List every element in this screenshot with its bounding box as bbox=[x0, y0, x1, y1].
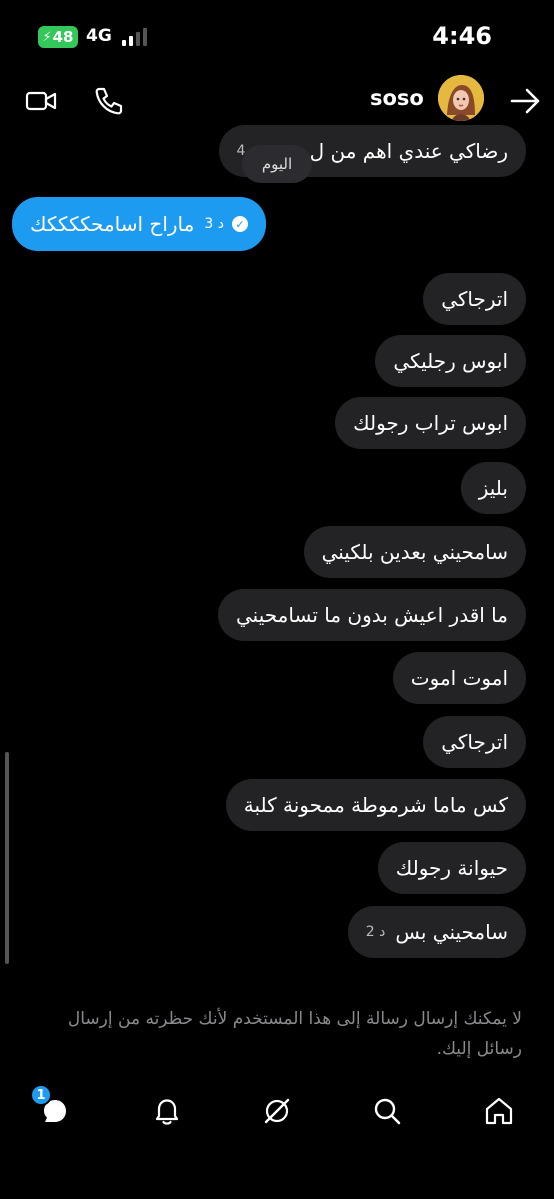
message-bubble-incoming[interactable]: بليز bbox=[460, 462, 526, 514]
message-text: حيوانة رجولك bbox=[395, 856, 508, 880]
contact-name[interactable]: soso bbox=[370, 86, 424, 110]
message-bubble-incoming[interactable]: كس ماما شرموطة ممحونة كلبة bbox=[225, 779, 526, 831]
message-text: سامحيني بعدين بلكيني bbox=[321, 540, 508, 564]
message-bubble-outgoing[interactable]: ماراح اسامحككككك 3 د ✓ bbox=[12, 197, 266, 251]
signal-strength-icon bbox=[122, 28, 147, 46]
message-bubble-incoming[interactable]: ابوس تراب رجولك bbox=[335, 397, 526, 449]
message-text: ابوس تراب رجولك bbox=[353, 411, 508, 435]
message-bubble-incoming[interactable]: اترجاكي bbox=[423, 273, 526, 325]
network-type: 4G bbox=[86, 26, 112, 46]
message-text: ما اقدر اعيش بدون ما تسامحيني bbox=[236, 603, 508, 627]
read-receipt-icon: ✓ bbox=[231, 216, 248, 232]
phone-call-icon[interactable] bbox=[92, 84, 126, 118]
conversation-header: soso bbox=[0, 70, 554, 130]
message-text: كس ماما شرموطة ممحونة كلبة bbox=[243, 793, 508, 817]
status-time: 4:46 bbox=[432, 22, 492, 50]
message-bubble-incoming[interactable]: سامحيني بعدين بلكيني bbox=[303, 526, 526, 578]
message-text: ماراح اسامحككككك bbox=[30, 212, 195, 236]
message-bubble-incoming[interactable]: اموت اموت bbox=[392, 652, 526, 704]
day-divider: اليوم bbox=[242, 145, 312, 183]
charging-icon: ⚡ bbox=[42, 29, 52, 45]
unread-badge: 1 bbox=[30, 1084, 52, 1106]
status-bar: ⚡ 48 4G 4:46 bbox=[0, 0, 554, 70]
back-arrow-icon[interactable] bbox=[508, 84, 542, 118]
message-text: اترجاكي bbox=[441, 287, 508, 311]
grok-icon[interactable] bbox=[260, 1094, 294, 1128]
battery-indicator: ⚡ 48 bbox=[38, 26, 78, 48]
message-bubble-incoming[interactable]: حيوانة رجولك bbox=[377, 842, 526, 894]
avatar[interactable] bbox=[438, 75, 484, 121]
avatar-image bbox=[438, 75, 484, 121]
message-text: اموت اموت bbox=[410, 666, 508, 690]
message-time: 3 د bbox=[204, 216, 224, 232]
scroll-indicator[interactable] bbox=[5, 752, 9, 964]
message-bubble-incoming[interactable]: ما اقدر اعيش بدون ما تسامحيني bbox=[218, 589, 526, 641]
message-bubble-incoming[interactable]: 2 د سامحيني بس bbox=[347, 906, 526, 958]
nav-messages[interactable]: 1 bbox=[30, 1084, 72, 1128]
blocked-notice: لا يمكنك إرسال رسالة إلى هذا المستخدم لأ… bbox=[67, 1009, 522, 1059]
bottom-navigation: 1 bbox=[0, 1080, 554, 1150]
message-text: ابوس رجليكي bbox=[393, 349, 508, 373]
message-bubble-incoming[interactable]: اترجاكي bbox=[423, 716, 526, 768]
message-time: 2 د bbox=[365, 924, 386, 940]
video-call-icon[interactable] bbox=[24, 84, 58, 118]
message-text: اترجاكي bbox=[441, 730, 508, 754]
battery-level: 48 bbox=[52, 28, 74, 46]
message-text: سامحيني بس bbox=[395, 920, 508, 944]
notifications-bell-icon[interactable] bbox=[150, 1094, 184, 1128]
home-icon[interactable] bbox=[482, 1094, 516, 1128]
message-bubble-incoming[interactable]: ابوس رجليكي bbox=[375, 335, 526, 387]
search-icon[interactable] bbox=[370, 1094, 404, 1128]
message-text: بليز bbox=[478, 476, 508, 500]
